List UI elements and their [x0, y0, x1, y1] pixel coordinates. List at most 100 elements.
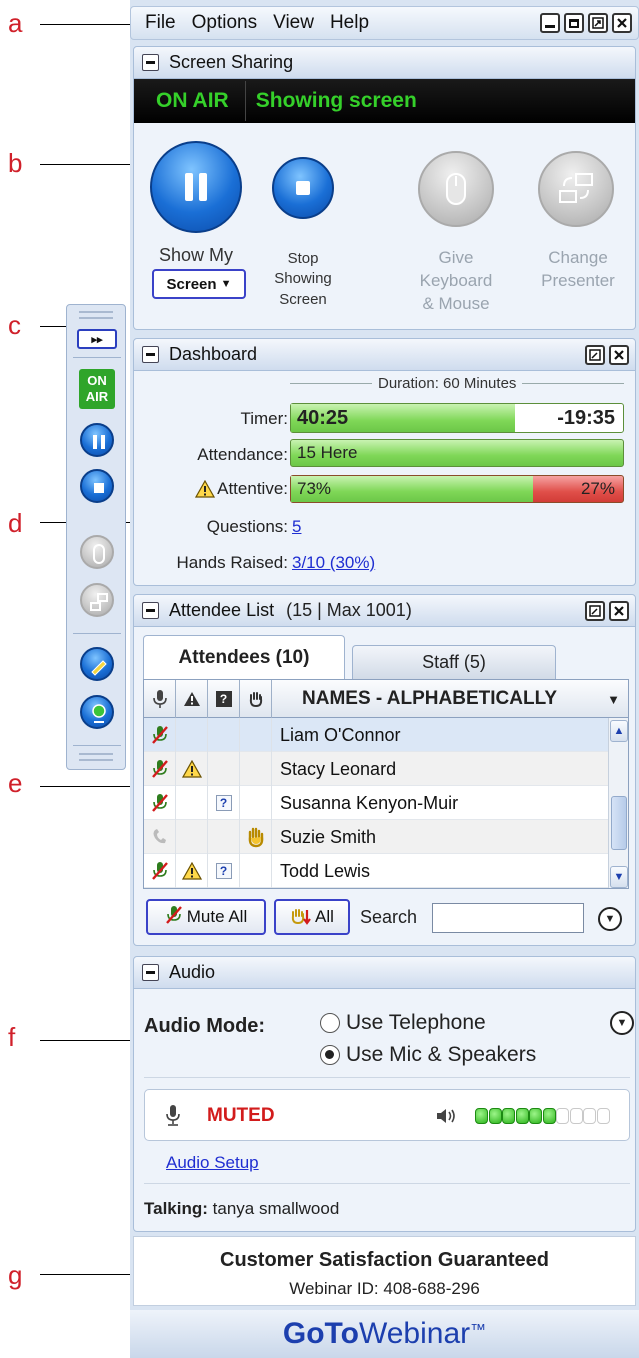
collapse-icon[interactable] [142, 602, 159, 619]
attendee-name: Susanna Kenyon-Muir [280, 792, 459, 813]
collapse-icon[interactable] [142, 964, 159, 981]
scroll-up-icon[interactable]: ▲ [610, 720, 628, 742]
volume-segment [569, 1108, 583, 1124]
callout-f: f [8, 1022, 16, 1052]
talking-name: tanya smallwood [212, 1199, 340, 1218]
toolbar-webcam-icon[interactable] [80, 695, 114, 729]
timer-elapsed: 40:25 [297, 406, 349, 429]
column-names[interactable]: NAMES - ALPHABETICALLY ▼ [272, 680, 628, 718]
menu-view[interactable]: View [273, 12, 314, 34]
question-icon[interactable]: ? [208, 854, 240, 888]
callout-line-a [40, 24, 132, 25]
volume-segment [583, 1108, 596, 1124]
toolbar-pause-icon[interactable] [80, 423, 114, 457]
options-dropdown-icon[interactable]: ▼ [598, 907, 622, 931]
menu-options[interactable]: Options [192, 12, 257, 34]
menu-help[interactable]: Help [330, 12, 369, 34]
attendee-scrollbar[interactable]: ▲ ▼ [608, 718, 628, 888]
collapse-icon[interactable] [142, 346, 159, 363]
expand-panel-button[interactable]: ▸▸ [77, 329, 117, 349]
collapse-icon[interactable] [142, 54, 159, 71]
phone-icon[interactable] [144, 820, 176, 854]
toolbar-drawing-icon[interactable] [80, 647, 114, 681]
floating-toolbar[interactable]: ▸▸ ON AIR [66, 304, 126, 770]
callout-line-c [40, 326, 68, 327]
table-row[interactable]: Stacy Leonard [144, 752, 610, 786]
restore-icon[interactable] [564, 13, 584, 33]
pause-icon [185, 173, 207, 201]
muted-mic-icon[interactable] [144, 786, 176, 820]
callout-line-b [40, 164, 132, 165]
muted-mic-icon[interactable] [144, 752, 176, 786]
change-presenter-button[interactable] [538, 151, 614, 227]
audio-options-icon[interactable]: ▼ [610, 1011, 634, 1035]
screen-sharing-title: Screen Sharing [169, 52, 294, 72]
scroll-down-icon[interactable]: ▼ [610, 866, 628, 888]
attendee-list-title: Attendee List [169, 600, 275, 620]
toolbar-stop-icon[interactable] [80, 469, 114, 503]
column-questions[interactable]: ? [208, 680, 240, 718]
talking-indicator: Talking: tanya smallwood [144, 1199, 339, 1219]
column-hands[interactable] [240, 680, 272, 718]
warning-icon [176, 854, 208, 888]
column-audio[interactable] [144, 680, 176, 718]
toolbar-grip-bottom[interactable] [79, 753, 113, 761]
search-input[interactable] [432, 903, 584, 933]
mute-all-button[interactable]: Mute All [146, 899, 266, 935]
callout-c: c [8, 310, 21, 340]
toolbar-grip-top[interactable] [79, 311, 113, 319]
menu-file[interactable]: File [145, 12, 176, 34]
screen-dropdown[interactable]: Screen ▼ [152, 269, 246, 299]
toolbar-mouse-icon[interactable] [80, 535, 114, 569]
radio-telephone[interactable] [320, 1013, 340, 1033]
hand-icon [249, 692, 262, 708]
callout-line-e [40, 786, 132, 787]
table-row[interactable]: Liam O'Connor [144, 718, 610, 752]
close-icon[interactable] [612, 13, 632, 33]
attendee-count: (15 | Max 1001) [286, 600, 412, 620]
dashboard-panel: Dashboard Duration: 60 Minutes Timer: 40… [133, 338, 636, 586]
questions-label: Questions: [206, 517, 288, 536]
raised-hand-icon[interactable] [240, 820, 272, 854]
table-row[interactable]: ? Susanna Kenyon-Muir [144, 786, 610, 820]
close-icon[interactable] [609, 601, 629, 621]
hands-raised-label: Hands Raised: [176, 553, 288, 572]
pop-out-icon[interactable] [585, 601, 605, 621]
table-row[interactable]: ? Todd Lewis [144, 854, 610, 888]
column-attention[interactable] [176, 680, 208, 718]
table-row[interactable]: Suzie Smith [144, 820, 610, 854]
tab-staff[interactable]: Staff (5) [352, 645, 556, 679]
toolbar-presenter-icon[interactable] [80, 583, 114, 617]
attendee-list-panel: Attendee List (15 | Max 1001) Attendees … [133, 594, 636, 946]
stop-sharing-button[interactable] [272, 157, 334, 219]
give-keyboard-button[interactable] [418, 151, 494, 227]
option-mic-label[interactable]: Use Mic & Speakers [346, 1043, 536, 1067]
scroll-thumb[interactable] [611, 796, 627, 850]
close-icon[interactable] [609, 345, 629, 365]
minimize-icon[interactable] [540, 13, 560, 33]
pop-out-icon[interactable] [585, 345, 605, 365]
pause-sharing-button[interactable] [150, 141, 242, 233]
volume-segment [596, 1108, 610, 1124]
microphone-icon [152, 690, 167, 708]
radio-mic-speakers[interactable] [320, 1045, 340, 1065]
questions-link[interactable]: 5 [292, 517, 301, 537]
inattentive-value: 27% [580, 479, 615, 498]
hands-raised-link[interactable]: 3/10 (30%) [292, 553, 375, 573]
change-presenter-icon [559, 173, 593, 203]
tab-attendees[interactable]: Attendees (10) [143, 635, 345, 679]
sort-dropdown-icon[interactable]: ▼ [607, 692, 620, 707]
attentive-bar: 73% 27% [290, 475, 624, 503]
lower-hand-icon [291, 909, 311, 925]
muted-mic-icon [165, 905, 183, 930]
on-air-badge: ON AIR [79, 369, 115, 409]
screen-sharing-panel: Screen Sharing ON AIR Showing screen Sho… [133, 46, 636, 330]
option-telephone-label[interactable]: Use Telephone [346, 1011, 486, 1035]
question-icon[interactable]: ? [208, 786, 240, 820]
muted-mic-icon[interactable] [144, 718, 176, 752]
audio-setup-link[interactable]: Audio Setup [166, 1153, 259, 1173]
lower-all-hands-button[interactable]: All [274, 899, 350, 935]
muted-mic-icon[interactable] [144, 854, 176, 888]
pop-out-icon[interactable] [588, 13, 608, 33]
search-label: Search [360, 907, 418, 927]
